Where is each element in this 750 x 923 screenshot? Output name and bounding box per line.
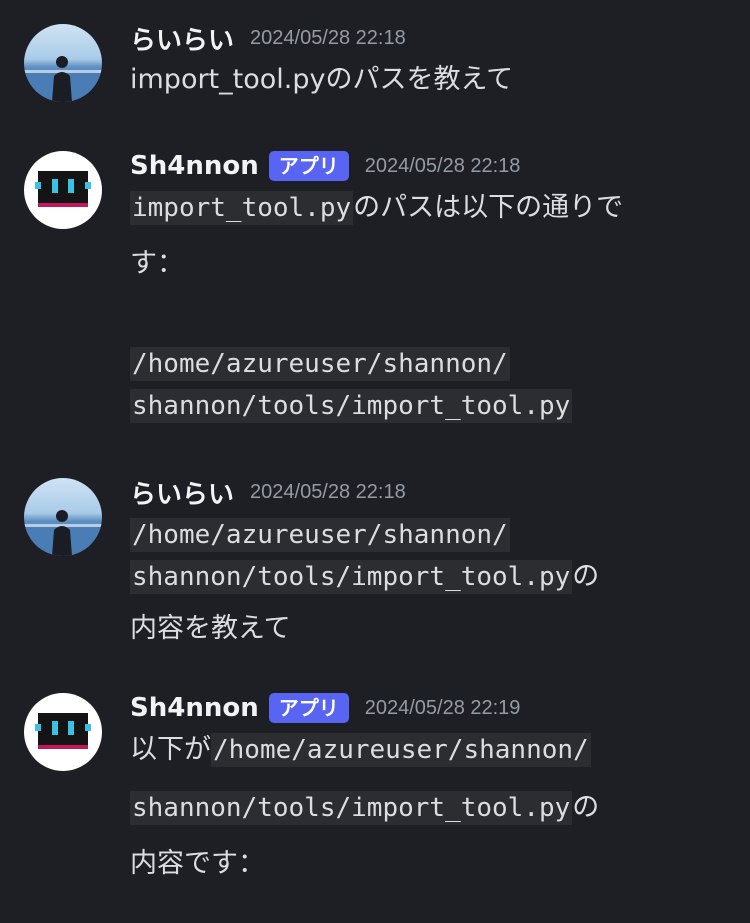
message-text: す： [130, 248, 184, 279]
message-text: のパスは以下の通りで [353, 192, 624, 223]
message-line: 以下が/home/azureuser/shannon/ [130, 729, 730, 771]
timestamp: 2024/05/28 22:19 [364, 696, 521, 719]
message-header: Sh4nnon アプリ 2024/05/28 22:19 [130, 688, 520, 728]
inline-code: shannon/tools/import_tool.py [130, 791, 573, 825]
timestamp: 2024/05/28 22:18 [250, 26, 406, 49]
user-avatar-icon[interactable] [24, 478, 102, 556]
inline-code: import_tool.py [130, 191, 354, 225]
bot-avatar-icon[interactable] [24, 151, 102, 229]
message-text: の [572, 792, 600, 823]
bot-avatar-icon[interactable] [24, 693, 102, 771]
app-badge: アプリ [268, 151, 349, 181]
timestamp: 2024/05/28 22:18 [364, 154, 521, 177]
message-content: import_tool.pyのパスを教えて [130, 59, 730, 101]
message-header: らいらい 2024/05/28 22:18 [130, 472, 406, 512]
username[interactable]: らいらい [130, 20, 234, 57]
user-avatar-icon[interactable] [24, 24, 102, 102]
message-content: 以下が/home/azureuser/shannon/ shannon/tool… [130, 729, 730, 885]
message-text: 内容です： [130, 848, 265, 879]
timestamp: 2024/05/28 22:18 [250, 480, 406, 503]
message-line: shannon/tools/import_tool.pyの [130, 787, 730, 829]
inline-code: /home/azureuser/shannon/ [211, 733, 591, 767]
app-badge: アプリ [268, 693, 349, 723]
inline-code: /home/azureuser/shannon/ [130, 347, 510, 381]
message-line: shannon/tools/import_tool.py [130, 385, 730, 427]
message-line: import_tool.pyのパスは以下の通りで [130, 187, 730, 229]
inline-code: shannon/tools/import_tool.py [130, 560, 573, 594]
username[interactable]: Sh4nnon [130, 151, 259, 181]
message-text: 内容を教えて [130, 613, 291, 644]
message-text: の [572, 561, 600, 592]
message-text: 以下が [130, 734, 211, 765]
inline-code: /home/azureuser/shannon/ [130, 518, 510, 552]
message-text: import_tool.pyのパスを教えて [130, 64, 514, 95]
message-line: /home/azureuser/shannon/ [130, 343, 730, 385]
message-header: Sh4nnon アプリ 2024/05/28 22:18 [130, 146, 520, 186]
message-line: shannon/tools/import_tool.pyの [130, 556, 730, 598]
message-content: /home/azureuser/shannon/ shannon/tools/i… [130, 514, 730, 650]
username[interactable]: らいらい [130, 474, 234, 511]
username[interactable]: Sh4nnon [130, 693, 259, 723]
message-content: import_tool.pyのパスは以下の通りで す： /home/azureu… [130, 187, 730, 427]
message-line: /home/azureuser/shannon/ [130, 514, 730, 556]
message-header: らいらい 2024/05/28 22:18 [130, 18, 406, 58]
inline-code: shannon/tools/import_tool.py [130, 389, 573, 423]
